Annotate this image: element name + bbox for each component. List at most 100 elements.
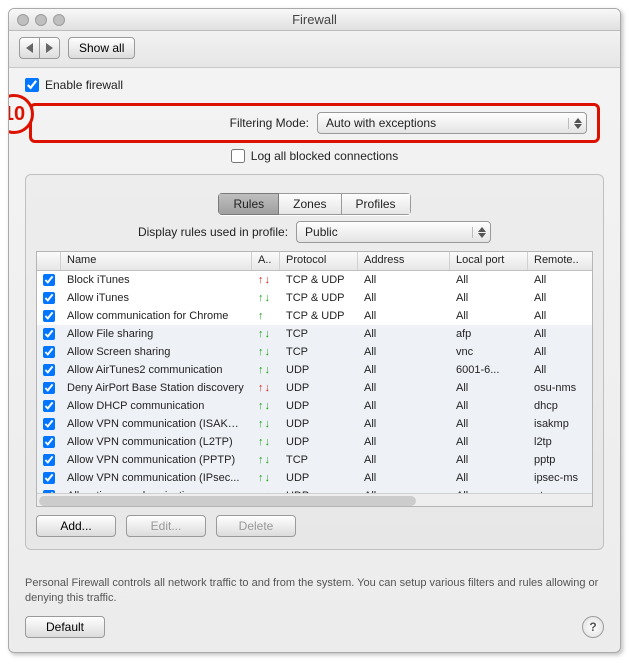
rule-name: Block iTunes — [61, 274, 252, 286]
table-row[interactable]: Allow VPN communication (PPTP)↑↓TCPAllAl… — [37, 451, 592, 469]
rule-name: Allow AirTunes2 communication — [61, 364, 252, 376]
rule-enable-checkbox[interactable] — [43, 328, 55, 340]
rule-action-icon: ↑↓ — [252, 472, 280, 484]
table-row[interactable]: Allow VPN communication (ISAKM...↑↓UDPAl… — [37, 415, 592, 433]
rule-localport: All — [450, 274, 528, 286]
table-row[interactable]: Allow DHCP communication↑↓UDPAllAlldhcp — [37, 397, 592, 415]
rule-name: Deny AirPort Base Station discovery — [61, 382, 252, 394]
traffic-lights — [17, 14, 65, 26]
rule-address: All — [358, 274, 450, 286]
rule-protocol: UDP — [280, 382, 358, 394]
toolbar: Show all — [9, 31, 620, 68]
rule-enable-checkbox[interactable] — [43, 310, 55, 322]
rule-enable-checkbox[interactable] — [43, 274, 55, 286]
rule-enable-checkbox[interactable] — [43, 400, 55, 412]
rule-enable-checkbox[interactable] — [43, 436, 55, 448]
rule-remoteport: All — [528, 346, 592, 358]
col-name[interactable]: Name — [61, 252, 252, 270]
table-row[interactable]: Block iTunes↑↓TCP & UDPAllAllAll — [37, 271, 592, 289]
rule-name: Allow File sharing — [61, 328, 252, 340]
rule-localport: All — [450, 310, 528, 322]
rule-enable-checkbox[interactable] — [43, 472, 55, 484]
filtering-mode-annotation: 10 Filtering Mode: Auto with exceptions — [29, 103, 600, 143]
table-row[interactable]: Allow communication for Chrome↑TCP & UDP… — [37, 307, 592, 325]
enable-firewall-label: Enable firewall — [45, 78, 123, 92]
rule-enable-checkbox[interactable] — [43, 292, 55, 304]
rule-remoteport: isakmp — [528, 418, 592, 430]
col-remoteport[interactable]: Remote.. — [528, 252, 592, 270]
updown-icon — [472, 227, 486, 238]
rule-enable-checkbox[interactable] — [43, 382, 55, 394]
rule-protocol: UDP — [280, 436, 358, 448]
help-button[interactable]: ? — [582, 616, 604, 638]
rule-action-icon: ↑↓ — [252, 418, 280, 430]
rule-address: All — [358, 418, 450, 430]
table-row[interactable]: Allow File sharing↑↓TCPAllafpAll — [37, 325, 592, 343]
tab-zones[interactable]: Zones — [279, 193, 341, 215]
tab-rules[interactable]: Rules — [218, 193, 279, 215]
rule-remoteport: All — [528, 274, 592, 286]
tab-profiles[interactable]: Profiles — [342, 193, 411, 215]
log-blocked-checkbox[interactable]: Log all blocked connections — [231, 149, 398, 163]
nav-forward-button[interactable] — [39, 37, 60, 59]
rule-enable-checkbox[interactable] — [43, 454, 55, 466]
rule-address: All — [358, 310, 450, 322]
add-button[interactable]: Add... — [36, 515, 116, 537]
col-address[interactable]: Address — [358, 252, 450, 270]
rule-address: All — [358, 382, 450, 394]
rule-localport: All — [450, 418, 528, 430]
rule-localport: All — [450, 292, 528, 304]
col-action[interactable]: A.. — [252, 252, 280, 270]
rule-enable-checkbox[interactable] — [43, 346, 55, 358]
enable-firewall-input[interactable] — [25, 78, 39, 92]
rule-action-icon: ↑↓ — [252, 382, 280, 394]
rule-protocol: TCP — [280, 328, 358, 340]
rule-protocol: TCP — [280, 454, 358, 466]
rule-action-icon: ↑↓ — [252, 328, 280, 340]
rule-localport: All — [450, 454, 528, 466]
filtering-mode-select[interactable]: Auto with exceptions — [317, 112, 587, 134]
table-row[interactable]: Deny AirPort Base Station discovery↑↓UDP… — [37, 379, 592, 397]
zoom-window-button[interactable] — [53, 14, 65, 26]
table-row[interactable]: Allow AirTunes2 communication↑↓UDPAll600… — [37, 361, 592, 379]
table-row[interactable]: Allow VPN communication (IPsec...↑↓UDPAl… — [37, 469, 592, 487]
close-window-button[interactable] — [17, 14, 29, 26]
rule-localport: afp — [450, 328, 528, 340]
rule-localport: All — [450, 436, 528, 448]
rule-enable-checkbox[interactable] — [43, 364, 55, 376]
rule-action-icon: ↑↓ — [252, 400, 280, 412]
rule-remoteport: l2tp — [528, 436, 592, 448]
chevron-left-icon — [26, 43, 33, 53]
rule-address: All — [358, 346, 450, 358]
col-protocol[interactable]: Protocol — [280, 252, 358, 270]
rule-action-icon: ↑ — [252, 310, 280, 322]
rule-remoteport: osu-nms — [528, 382, 592, 394]
table-row[interactable]: Allow VPN communication (L2TP)↑↓UDPAllAl… — [37, 433, 592, 451]
rule-enable-checkbox[interactable] — [43, 418, 55, 430]
chevron-right-icon — [46, 43, 53, 53]
edit-button[interactable]: Edit... — [126, 515, 206, 537]
rule-localport: vnc — [450, 346, 528, 358]
filtering-mode-label: Filtering Mode: — [230, 116, 309, 130]
table-row[interactable]: Allow iTunes↑↓TCP & UDPAllAllAll — [37, 289, 592, 307]
nav-back-button[interactable] — [19, 37, 39, 59]
rule-name: Allow VPN communication (ISAKM... — [61, 418, 252, 430]
table-row[interactable]: Allow Screen sharing↑↓TCPAllvncAll — [37, 343, 592, 361]
log-blocked-input[interactable] — [231, 149, 245, 163]
enable-firewall-checkbox[interactable]: Enable firewall — [25, 78, 123, 92]
rule-remoteport: ipsec-ms — [528, 472, 592, 484]
delete-button[interactable]: Delete — [216, 515, 296, 537]
rules-tbody[interactable]: Block iTunes↑↓TCP & UDPAllAllAllAllow iT… — [37, 271, 592, 493]
horizontal-scrollbar[interactable] — [37, 493, 592, 506]
window-title: Firewall — [9, 12, 620, 27]
rule-action-icon: ↑↓ — [252, 436, 280, 448]
profile-select[interactable]: Public — [296, 221, 491, 243]
filtering-mode-value: Auto with exceptions — [326, 116, 436, 130]
show-all-button[interactable]: Show all — [68, 37, 135, 59]
minimize-window-button[interactable] — [35, 14, 47, 26]
col-enabled[interactable] — [37, 252, 61, 270]
default-button[interactable]: Default — [25, 616, 105, 638]
rule-name: Allow communication for Chrome — [61, 310, 252, 322]
titlebar: Firewall — [9, 9, 620, 31]
col-localport[interactable]: Local port — [450, 252, 528, 270]
